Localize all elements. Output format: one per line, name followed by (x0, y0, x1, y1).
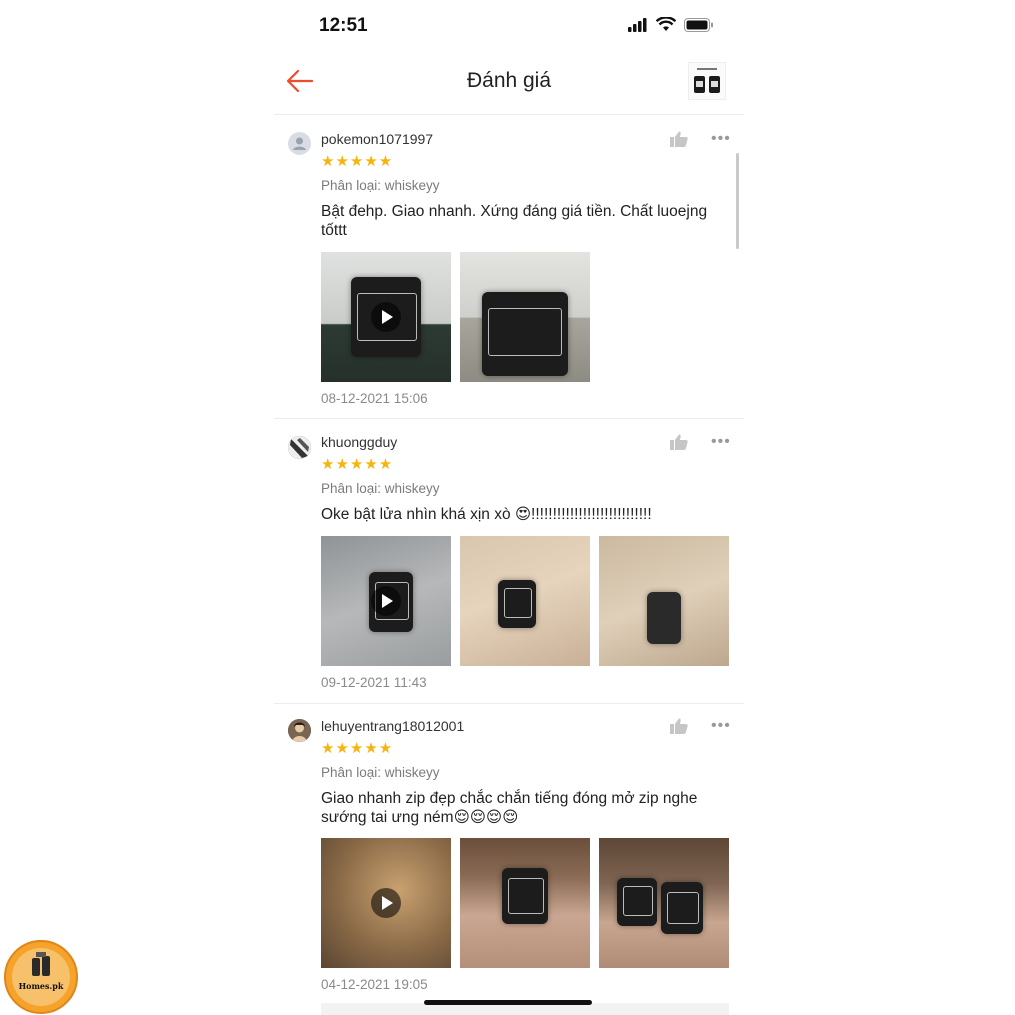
lighter-logo-icon (32, 952, 50, 976)
review-video[interactable] (321, 252, 451, 382)
cellular-signal-icon (628, 17, 647, 32)
wifi-icon (656, 17, 676, 31)
lighter-image (502, 868, 548, 924)
more-options-icon[interactable]: ••• (711, 130, 731, 148)
review-variant: Phân loại: whiskeyy (321, 481, 440, 496)
review-comment: Giao nhanh zip đẹp chắc chắn tiếng đóng … (321, 790, 698, 826)
review-photo[interactable] (599, 838, 729, 968)
user-photo-icon (288, 719, 311, 742)
review-date: 09-12-2021 11:43 (321, 675, 427, 690)
battery-icon (684, 17, 713, 32)
avatar-placeholder[interactable] (288, 132, 311, 155)
review-video[interactable] (321, 536, 451, 666)
thumbs-up-icon[interactable] (670, 131, 688, 147)
review-photo[interactable] (460, 536, 590, 666)
review-date: 08-12-2021 15:06 (321, 391, 428, 406)
review-variant: Phân loại: whiskeyy (321, 178, 440, 193)
watermark-logo-inner: Homes.pk (12, 948, 70, 1006)
review-item: pokemon1071997 ••• ★★★★★ Phân loại: whis… (274, 118, 744, 419)
lighter-image (647, 592, 681, 644)
product-thumbnail[interactable] (688, 62, 726, 100)
phone-screen: 12:51 Đánh giá pokemon1071997 ••• ★★★★★ … (274, 0, 744, 1015)
rating-stars: ★★★★★ (321, 740, 394, 757)
page-header: Đánh giá (274, 52, 744, 115)
review-media (321, 838, 729, 968)
status-time: 12:51 (319, 15, 368, 36)
lighter-image (498, 580, 536, 628)
avatar[interactable] (288, 719, 311, 742)
play-icon[interactable] (371, 888, 401, 918)
status-bar: 12:51 (274, 0, 744, 50)
review-item: khuonggduy ••• ★★★★★ Phân loại: whiskeyy… (274, 419, 744, 704)
home-indicator[interactable] (424, 1000, 592, 1005)
review-item: lehuyentrang18012001 ••• ★★★★★ Phân loại… (274, 704, 744, 1004)
thumbs-up-icon[interactable] (670, 434, 688, 450)
review-username[interactable]: khuonggduy (321, 434, 397, 450)
lighter-image (482, 292, 568, 376)
play-icon[interactable] (371, 586, 401, 616)
review-photo[interactable] (460, 252, 590, 382)
review-media (321, 252, 590, 382)
more-options-icon[interactable]: ••• (711, 717, 731, 735)
user-photo-icon (288, 436, 311, 459)
review-photo[interactable] (599, 536, 729, 666)
lighter-image (617, 878, 657, 926)
review-date: 04-12-2021 19:05 (321, 977, 428, 992)
watermark-text: Homes.pk (18, 981, 64, 991)
watermark-logo: Homes.pk (4, 940, 78, 1014)
review-video[interactable] (321, 838, 451, 968)
status-icons (628, 17, 714, 32)
lighter-image (661, 882, 703, 934)
review-photo[interactable] (460, 838, 590, 968)
more-options-icon[interactable]: ••• (711, 433, 731, 451)
user-icon (293, 137, 306, 150)
review-comment: Oke bật lửa nhìn khá xịn xò 😍!!!!!!!!!!!… (321, 506, 652, 523)
review-media (321, 536, 729, 666)
page-title: Đánh giá (466, 69, 552, 92)
avatar[interactable] (288, 436, 311, 459)
thumbs-up-icon[interactable] (670, 718, 688, 734)
review-variant: Phân loại: whiskeyy (321, 765, 440, 780)
rating-stars: ★★★★★ (321, 153, 394, 170)
review-comment: Bật đehp. Giao nhanh. Xứng đáng giá tiền… (321, 203, 708, 239)
review-username[interactable]: lehuyentrang18012001 (321, 718, 464, 734)
rating-stars: ★★★★★ (321, 456, 394, 473)
review-username[interactable]: pokemon1071997 (321, 131, 433, 147)
play-icon[interactable] (371, 302, 401, 332)
